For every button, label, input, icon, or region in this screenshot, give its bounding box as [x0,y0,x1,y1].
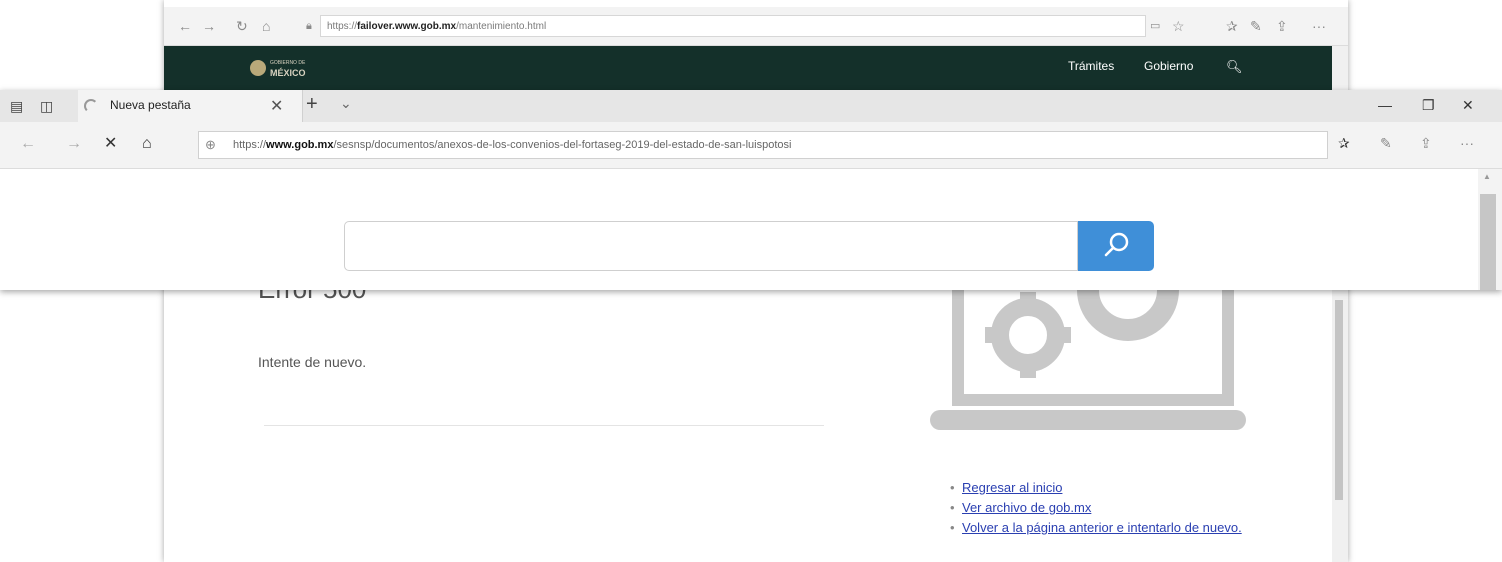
gobmx-logo[interactable]: GOBIERNO DE MÉXICO [250,58,320,78]
more-icon[interactable]: ··· [1460,135,1474,151]
forward-arrow-icon[interactable]: → [202,18,216,34]
seal-icon [250,60,266,76]
address-bar[interactable]: ⊕ https://www.gob.mx/sesnsp/documentos/a… [198,131,1328,159]
home-icon[interactable]: ⌂ [142,135,152,153]
new-tab-plus-icon[interactable]: + [306,93,318,116]
reading-view-icon[interactable]: ▭ [1150,18,1160,34]
background-address-bar[interactable]: https://failover.www.gob.mx/mantenimient… [320,15,1146,37]
share-icon[interactable]: ⇪ [1420,135,1432,152]
search-icon [1104,232,1129,257]
address-url[interactable]: https://www.gob.mx/sesnsp/documentos/ane… [233,139,791,151]
search-button[interactable] [1078,221,1154,271]
tab-strip: ▤ ◫ Nueva pestaña ✕ + ⌄ — ❐ ✕ [0,90,1502,122]
url-path: /mantenimiento.html [456,21,547,32]
background-scroll-thumb[interactable] [1335,300,1343,500]
list-item: Regresar al inicio [948,478,1268,498]
pen-icon[interactable]: ✎ [1380,135,1392,152]
favorites-hub-icon[interactable]: ✰ [1338,135,1350,152]
logo-line-2: MÉXICO [270,68,306,78]
link-volver-pagina[interactable]: Volver a la página anterior e intentarlo… [962,520,1242,535]
background-browser-toolbar: ← → ↻ ⌂ 🔒︎ https://failover.www.gob.mx/m… [164,7,1348,46]
more-icon[interactable]: ··· [1312,18,1326,34]
close-tab-icon[interactable]: ✕ [270,96,283,116]
favorites-hub-icon[interactable]: ✰ [1226,18,1238,34]
tab-preview-icon[interactable]: ▤ [10,98,23,115]
set-aside-tabs-icon[interactable]: ◫ [40,98,53,115]
link-regresar-inicio[interactable]: Regresar al inicio [962,480,1062,495]
loading-spinner-icon [84,99,98,113]
stop-loading-icon[interactable]: ✕ [104,135,117,153]
share-icon[interactable]: ⇪ [1276,18,1288,34]
list-item: Volver a la página anterior e intentarlo… [948,518,1268,538]
nav-link-tramites[interactable]: Trámites [1068,59,1114,73]
close-window-icon[interactable]: ✕ [1462,97,1474,114]
back-arrow-icon[interactable]: ← [20,135,36,153]
foreground-browser-window: ▤ ◫ Nueva pestaña ✕ + ⌄ — ❐ ✕ ← → ✕ ⌂ ⊕ … [0,90,1502,290]
tab-nueva-pestana[interactable]: Nueva pestaña ✕ [78,90,303,122]
url-path: /sesnsp/documentos/anexos-de-los-conveni… [333,139,792,151]
url-host: failover.www.gob.mx [357,21,457,32]
url-host: www.gob.mx [266,139,334,151]
url-scheme: https:// [327,21,358,32]
restore-icon[interactable]: ❐ [1422,97,1435,114]
pen-icon[interactable]: ✎ [1250,18,1262,34]
globe-icon: ⊕ [205,137,216,152]
lock-icon: 🔒︎ [306,20,312,32]
scroll-thumb[interactable] [1480,194,1496,290]
gear-icon [985,292,1071,378]
gobmx-navbar: GOBIERNO DE MÉXICO Trámites Gobierno 🔍︎ [164,46,1334,90]
new-tab-page [0,169,1478,290]
search-input[interactable] [344,221,1078,271]
error-message: Intente de nuevo. [258,354,367,370]
url-scheme: https:// [233,139,267,151]
refresh-icon[interactable]: ↻ [236,18,248,34]
chevron-down-icon[interactable]: ⌄ [340,95,352,112]
home-icon[interactable]: ⌂ [262,18,270,34]
divider [264,425,824,426]
search-icon[interactable]: 🔍︎ [1226,59,1243,75]
minimize-icon[interactable]: — [1378,97,1392,113]
forward-arrow-icon[interactable]: → [66,135,82,153]
nav-link-gobierno[interactable]: Gobierno [1144,59,1193,73]
tab-title: Nueva pestaña [110,98,191,112]
laptop-base [930,410,1246,430]
scroll-up-arrow-icon[interactable]: ▲ [1483,172,1491,181]
help-links-list: Regresar al inicio Ver archivo de gob.mx… [948,478,1268,538]
back-arrow-icon[interactable]: ← [178,18,192,34]
browser-toolbar: ← → ✕ ⌂ ⊕ https://www.gob.mx/sesnsp/docu… [0,122,1502,169]
favorite-star-icon[interactable]: ☆ [1172,18,1185,34]
logo-line-1: GOBIERNO DE [270,60,306,66]
list-item: Ver archivo de gob.mx [948,498,1268,518]
link-ver-archivo[interactable]: Ver archivo de gob.mx [962,500,1091,515]
